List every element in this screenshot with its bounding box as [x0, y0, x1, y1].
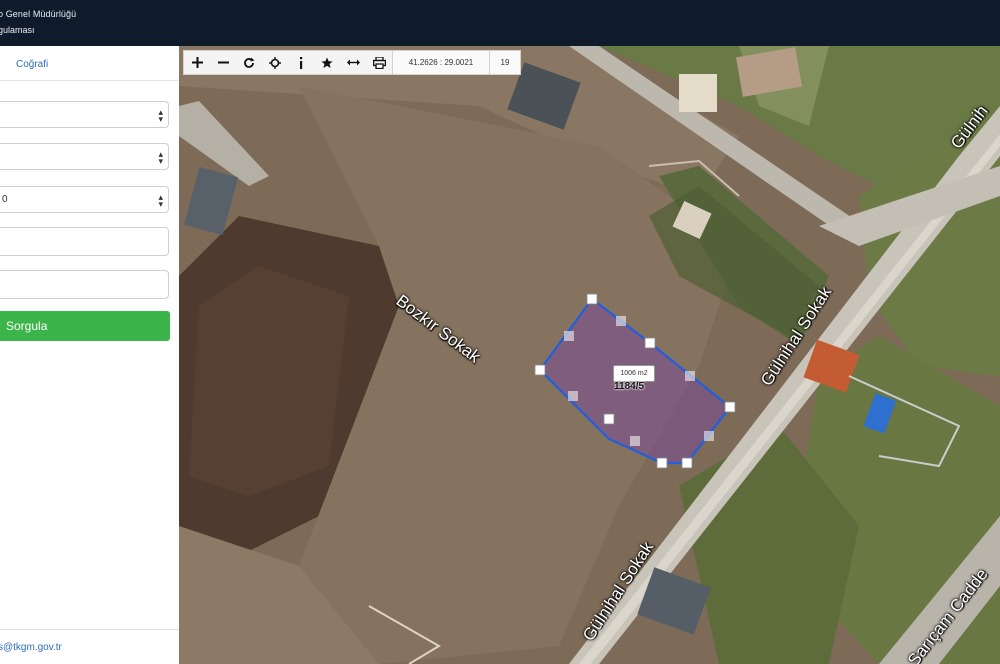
select-caret-icon: ▴ ▾ — [158, 149, 163, 166]
select-caret-icon: ▴ ▾ — [158, 192, 163, 209]
refresh-icon — [244, 57, 255, 68]
satellite-map[interactable]: Bozkır Sokak Gülnihal Sokak Gülnihal Sok… — [179, 46, 1000, 664]
info-icon — [300, 56, 303, 69]
zoom-in-button[interactable] — [184, 51, 210, 74]
query-button[interactable]: Sorgula — [0, 311, 170, 341]
printer-icon — [372, 56, 386, 69]
locate-button[interactable] — [262, 51, 288, 74]
query-button-label: Sorgula — [6, 319, 48, 333]
info-button[interactable] — [288, 51, 314, 74]
print-button[interactable] — [366, 51, 392, 74]
map-imagery — [179, 46, 1000, 664]
parcel-area-label: 1006 m2 — [613, 365, 655, 382]
header-title-line2: gulaması — [0, 25, 35, 35]
minus-icon — [217, 61, 229, 64]
query-sidebar: Coğrafi ▴ ▾ ▴ ▾ 0 ▴ ▾ Sorgula s@tkgm.gov.tr — [0, 46, 180, 664]
star-icon — [321, 57, 333, 68]
measure-button[interactable] — [340, 51, 366, 74]
block-input[interactable] — [0, 227, 169, 256]
parcel-input[interactable] — [0, 270, 169, 299]
plus-icon — [191, 57, 203, 68]
app-header: o Genel Müdürlüğü gulaması — [0, 0, 1000, 46]
tab-divider — [0, 80, 179, 81]
map-toolbar: 41.2626 : 29.0021 19 — [183, 50, 521, 75]
parcel-number-label: 1184/5 — [614, 381, 645, 392]
favorite-button[interactable] — [314, 51, 340, 74]
footer-divider — [0, 629, 179, 630]
crosshair-icon — [269, 56, 281, 69]
refresh-button[interactable] — [236, 51, 262, 74]
tab-cografi[interactable]: Coğrafi — [16, 59, 48, 70]
contact-email-link[interactable]: s@tkgm.gov.tr — [0, 642, 62, 653]
measure-arrows-icon — [346, 59, 360, 66]
zoom-level-readout: 19 — [490, 51, 520, 74]
neighborhood-select-value: 0 — [2, 194, 8, 205]
zoom-out-button[interactable] — [210, 51, 236, 74]
province-select[interactable]: ▴ ▾ — [0, 101, 169, 128]
district-select[interactable]: ▴ ▾ — [0, 143, 169, 170]
neighborhood-select[interactable]: 0 ▴ ▾ — [0, 186, 169, 213]
select-caret-icon: ▴ ▾ — [158, 107, 163, 124]
header-title-line1: o Genel Müdürlüğü — [0, 9, 77, 19]
coordinate-readout: 41.2626 : 29.0021 — [392, 51, 490, 74]
